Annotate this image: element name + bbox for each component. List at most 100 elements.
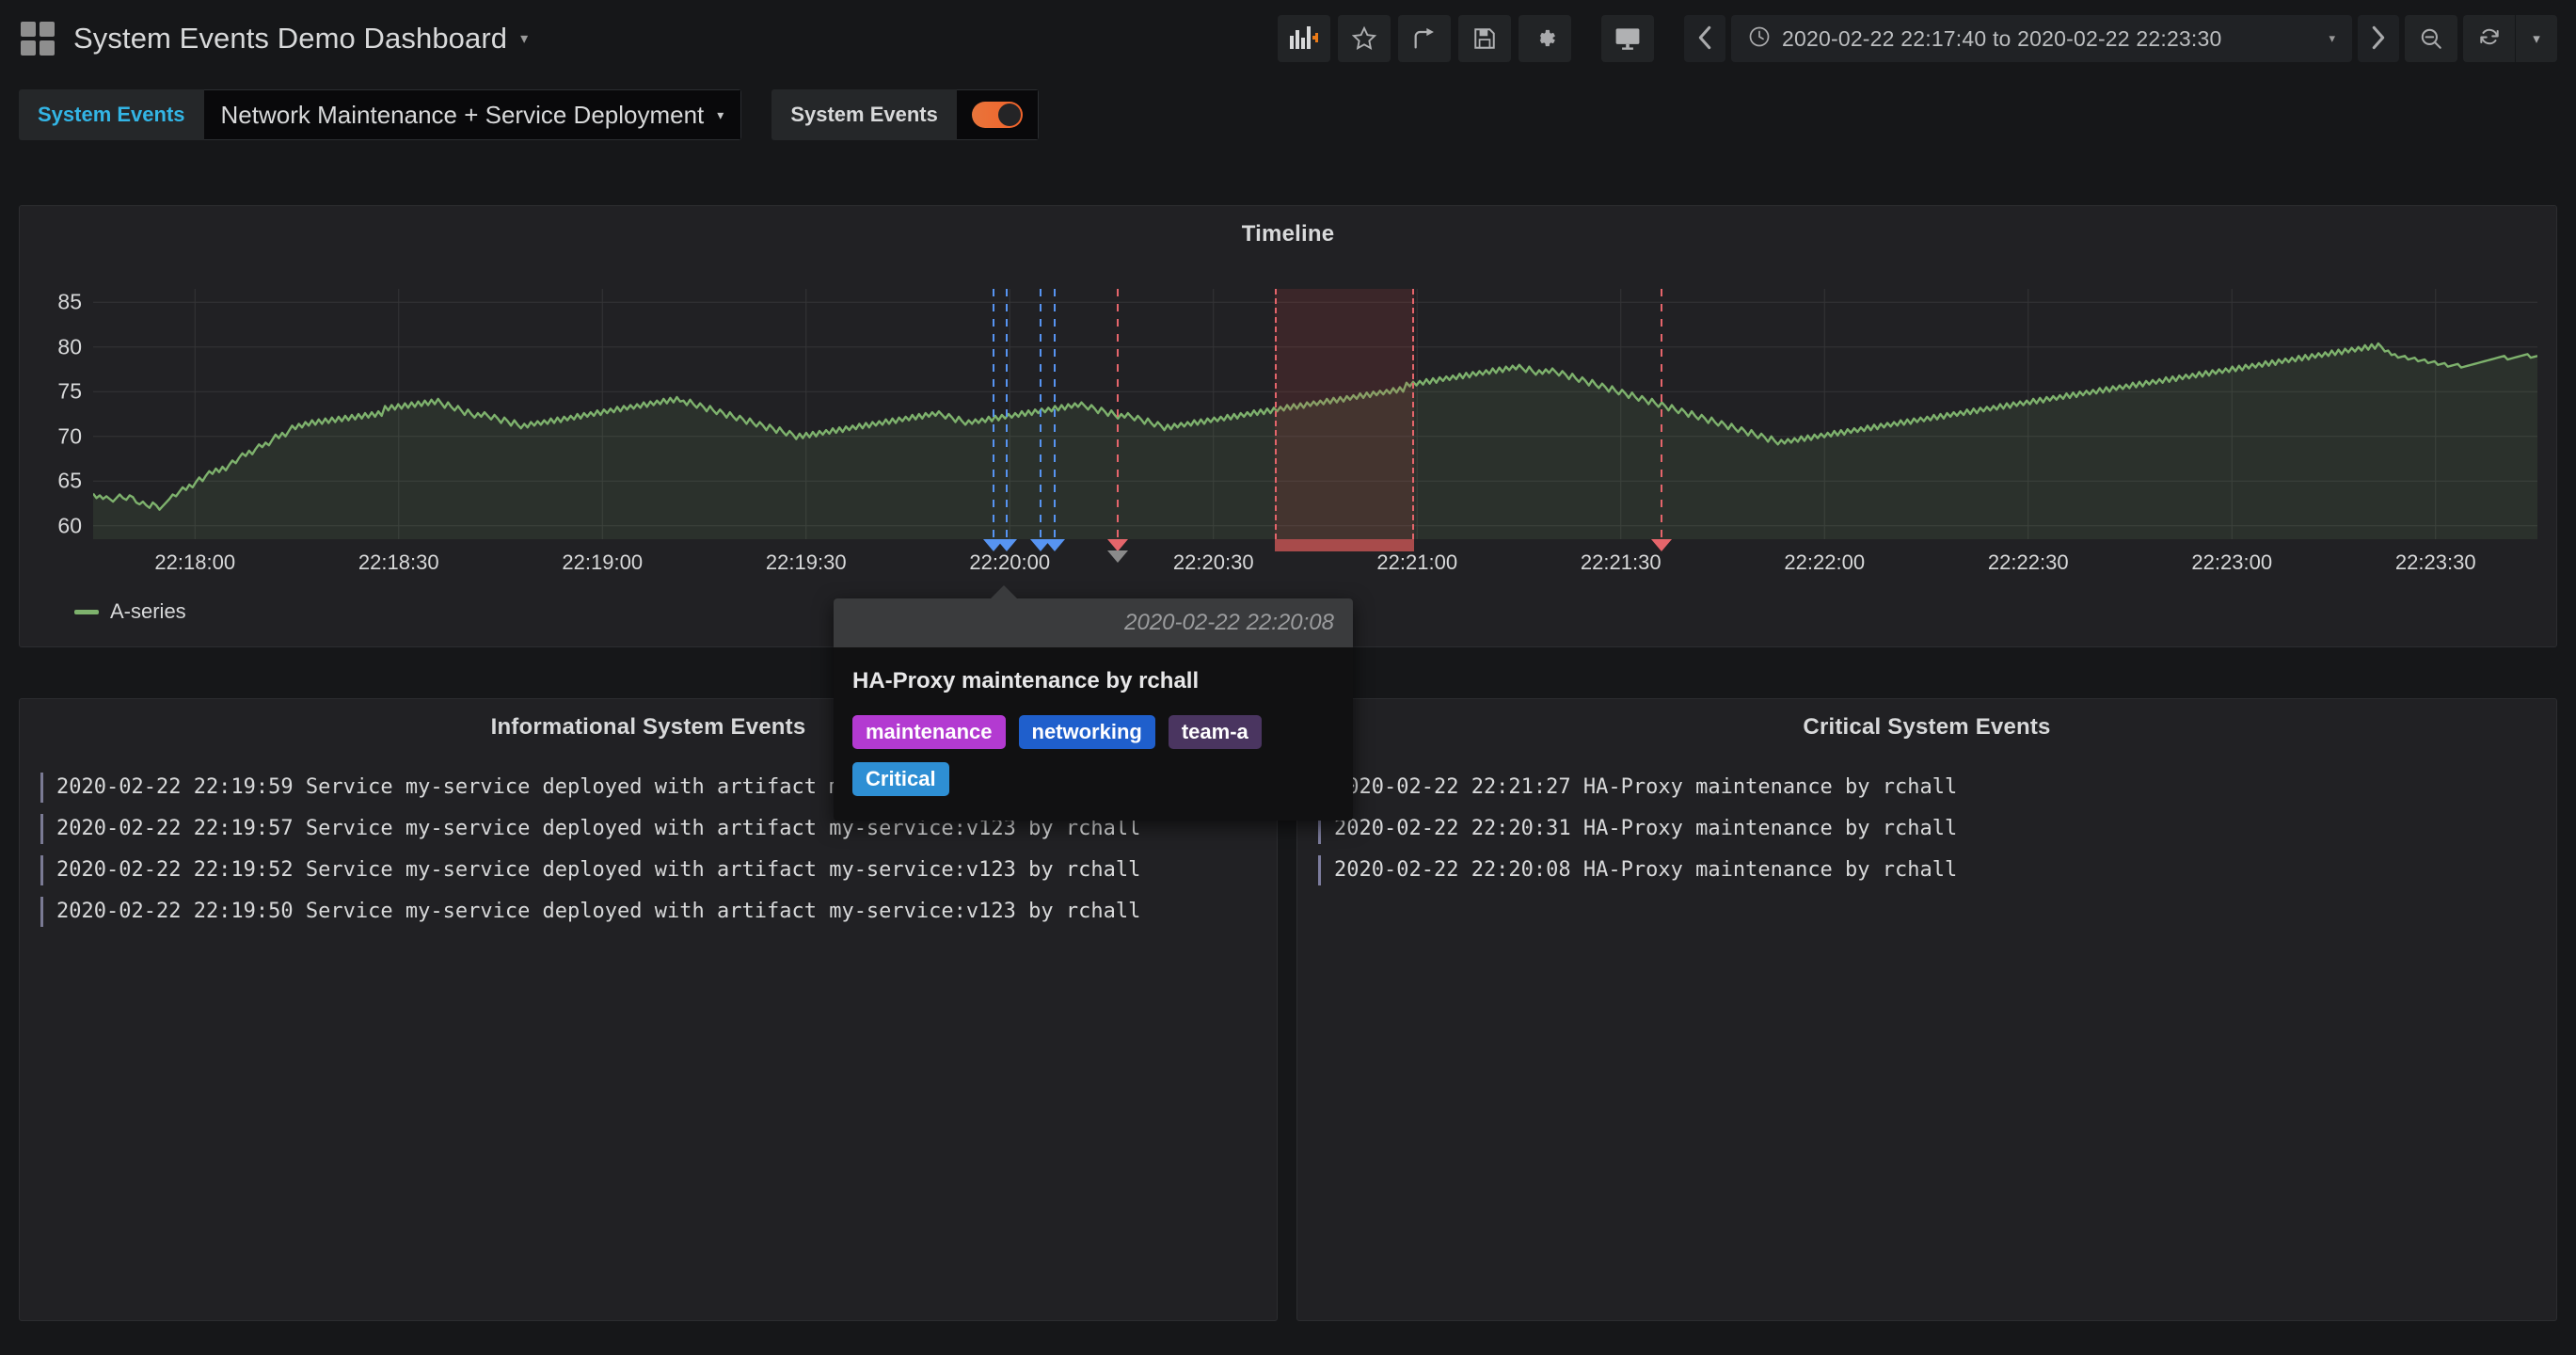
- top-navbar: System Events Demo Dashboard ▾: [0, 0, 2576, 77]
- annotation-line: [1054, 289, 1056, 539]
- refresh-controls: ▾: [2463, 15, 2557, 62]
- tooltip-tag-list: maintenance networking team-a Critical: [852, 715, 1334, 796]
- star-dashboard-button[interactable]: [1338, 15, 1391, 62]
- zoom-out-time-button[interactable]: [2405, 15, 2457, 62]
- x-axis-tick-label: 22:20:00: [969, 550, 1050, 575]
- y-axis-tick-label: 70: [57, 423, 82, 449]
- critical-panel-title: Critical System Events: [1297, 699, 2556, 741]
- time-range-text: 2020-02-22 22:17:40 to 2020-02-22 22:23:…: [1782, 26, 2222, 52]
- y-axis-tick-label: 65: [57, 469, 82, 494]
- x-axis-tick-label: 22:19:30: [766, 550, 847, 575]
- refresh-interval-dropdown[interactable]: ▾: [2516, 15, 2557, 62]
- x-axis-tick-label: 22:18:30: [358, 550, 439, 575]
- dashboard-submenu: System Events Network Maintenance + Serv…: [0, 77, 2576, 152]
- dashboard-settings-button[interactable]: [1519, 15, 1571, 62]
- y-axis-tick-label: 75: [57, 379, 82, 405]
- add-panel-button[interactable]: [1278, 15, 1330, 62]
- x-axis-tick-label: 22:22:30: [1988, 550, 2069, 575]
- chevron-down-icon[interactable]: ▾: [2329, 31, 2335, 46]
- chevron-left-icon: [1695, 25, 1714, 53]
- tooltip-header: 2020-02-22 22:20:08: [834, 598, 1353, 647]
- x-axis: 22:18:00 22:18:30 22:19:00 22:19:30 22:20:00…: [20, 545, 2558, 582]
- chart-legend[interactable]: A-series: [74, 599, 186, 624]
- y-axis-tick-label: 80: [57, 334, 82, 359]
- variable-selected-value: Network Maintenance + Service Deployment: [221, 101, 705, 130]
- annotation-line: [1040, 289, 1042, 539]
- x-axis-tick-label: 22:19:00: [562, 550, 643, 575]
- clock-icon: [1748, 25, 1771, 53]
- time-shift-forward-button[interactable]: [2358, 15, 2399, 62]
- event-text: 2020-02-22 22:20:08 HA-Proxy maintenance…: [1334, 855, 1957, 885]
- timeline-panel: Timeline 606570758085 22:18:0022:18:3022…: [19, 205, 2557, 647]
- tooltip-tag[interactable]: Critical: [852, 762, 949, 796]
- share-dashboard-button[interactable]: [1398, 15, 1451, 62]
- tooltip-timestamp: 2020-02-22 22:20:08: [1124, 610, 1334, 635]
- timeline-plot-area[interactable]: [93, 289, 2537, 539]
- x-axis-tick-label: 22:22:00: [1784, 550, 1865, 575]
- tooltip-arrow-icon: [990, 585, 1018, 599]
- gear-icon: [1532, 25, 1558, 52]
- chevron-right-icon: [2369, 25, 2388, 53]
- x-axis-tick-label: 22:23:00: [2191, 550, 2272, 575]
- share-icon: [1411, 25, 1438, 52]
- save-icon: [1472, 26, 1497, 51]
- event-severity-bar: [40, 897, 43, 927]
- annotation-region: [1275, 289, 1414, 539]
- x-axis-tick-label: 22:21:30: [1581, 550, 1662, 575]
- tooltip-tag[interactable]: networking: [1019, 715, 1155, 749]
- list-item[interactable]: 2020-02-22 22:20:31 HA-Proxy maintenance…: [1297, 814, 2556, 844]
- event-text: 2020-02-22 22:19:52 Service my-service d…: [56, 855, 1140, 885]
- zoom-out-icon: [2419, 26, 2443, 51]
- system-events-toggle[interactable]: [957, 89, 1039, 140]
- time-shift-back-button[interactable]: [1684, 15, 1725, 62]
- tooltip-body: HA-Proxy maintenance by rchall maintenan…: [834, 647, 1353, 821]
- star-icon: [1351, 25, 1377, 52]
- navbar-right: 2020-02-22 22:17:40 to 2020-02-22 22:23:…: [1278, 15, 2576, 62]
- add-panel-icon: [1290, 26, 1318, 51]
- tooltip-title: HA-Proxy maintenance by rchall: [852, 668, 1334, 694]
- chevron-down-icon[interactable]: ▾: [520, 29, 528, 48]
- navbar-left: System Events Demo Dashboard ▾: [0, 22, 528, 56]
- event-severity-bar: [40, 814, 43, 844]
- y-axis-tick-label: 85: [57, 290, 82, 315]
- legend-series-label: A-series: [110, 599, 186, 624]
- y-axis: 60 65 70 75 80 85: [20, 253, 93, 592]
- event-text: 2020-02-22 22:21:27 HA-Proxy maintenance…: [1334, 773, 1957, 803]
- x-axis-tick-label: 22:21:00: [1376, 550, 1457, 575]
- refresh-button[interactable]: [2463, 15, 2516, 62]
- annotation-line: [1117, 289, 1119, 539]
- event-text: 2020-02-22 22:20:31 HA-Proxy maintenance…: [1334, 814, 1957, 844]
- x-axis-tick-label: 22:20:30: [1173, 550, 1254, 575]
- chevron-down-icon: ▾: [717, 107, 724, 123]
- annotation-line: [1661, 289, 1662, 539]
- annotation-line: [1006, 289, 1008, 539]
- annotation-line: [993, 289, 994, 539]
- tooltip-tag[interactable]: team-a: [1169, 715, 1262, 749]
- monitor-icon: [1614, 26, 1642, 51]
- toggle-switch-icon: [972, 102, 1023, 128]
- y-axis-tick-label: 60: [57, 513, 82, 538]
- legend-color-swatch: [74, 610, 99, 614]
- chevron-down-icon: ▾: [2533, 30, 2540, 47]
- tv-mode-button[interactable]: [1601, 15, 1654, 62]
- save-dashboard-button[interactable]: [1458, 15, 1511, 62]
- toggle-label: System Events: [771, 89, 957, 140]
- event-severity-bar: [40, 773, 43, 803]
- x-axis-tick-label: 22:18:00: [154, 550, 235, 575]
- variable-system-events: System Events Network Maintenance + Serv…: [19, 89, 741, 140]
- refresh-icon: [2477, 24, 2502, 54]
- time-range-controls: 2020-02-22 22:17:40 to 2020-02-22 22:23:…: [1684, 15, 2557, 62]
- list-item[interactable]: 2020-02-22 22:19:52 Service my-service d…: [20, 855, 1277, 885]
- time-range-picker[interactable]: 2020-02-22 22:17:40 to 2020-02-22 22:23:…: [1731, 15, 2352, 62]
- variable-system-events-toggle-group: System Events: [771, 89, 1039, 140]
- list-item[interactable]: 2020-02-22 22:19:50 Service my-service d…: [20, 897, 1277, 927]
- grid-logo-icon[interactable]: [21, 22, 55, 56]
- variable-dropdown[interactable]: Network Maintenance + Service Deployment…: [204, 89, 742, 140]
- list-item[interactable]: 2020-02-22 22:20:08 HA-Proxy maintenance…: [1297, 855, 2556, 885]
- dashboard-title-group[interactable]: System Events Demo Dashboard ▾: [73, 22, 528, 56]
- list-item[interactable]: 2020-02-22 22:21:27 HA-Proxy maintenance…: [1297, 773, 2556, 803]
- tooltip-tag[interactable]: maintenance: [852, 715, 1006, 749]
- critical-events-panel: Critical System Events 2020-02-22 22:21:…: [1296, 698, 2557, 1321]
- event-severity-bar: [40, 855, 43, 885]
- annotation-tooltip: 2020-02-22 22:20:08 HA-Proxy maintenance…: [834, 598, 1353, 821]
